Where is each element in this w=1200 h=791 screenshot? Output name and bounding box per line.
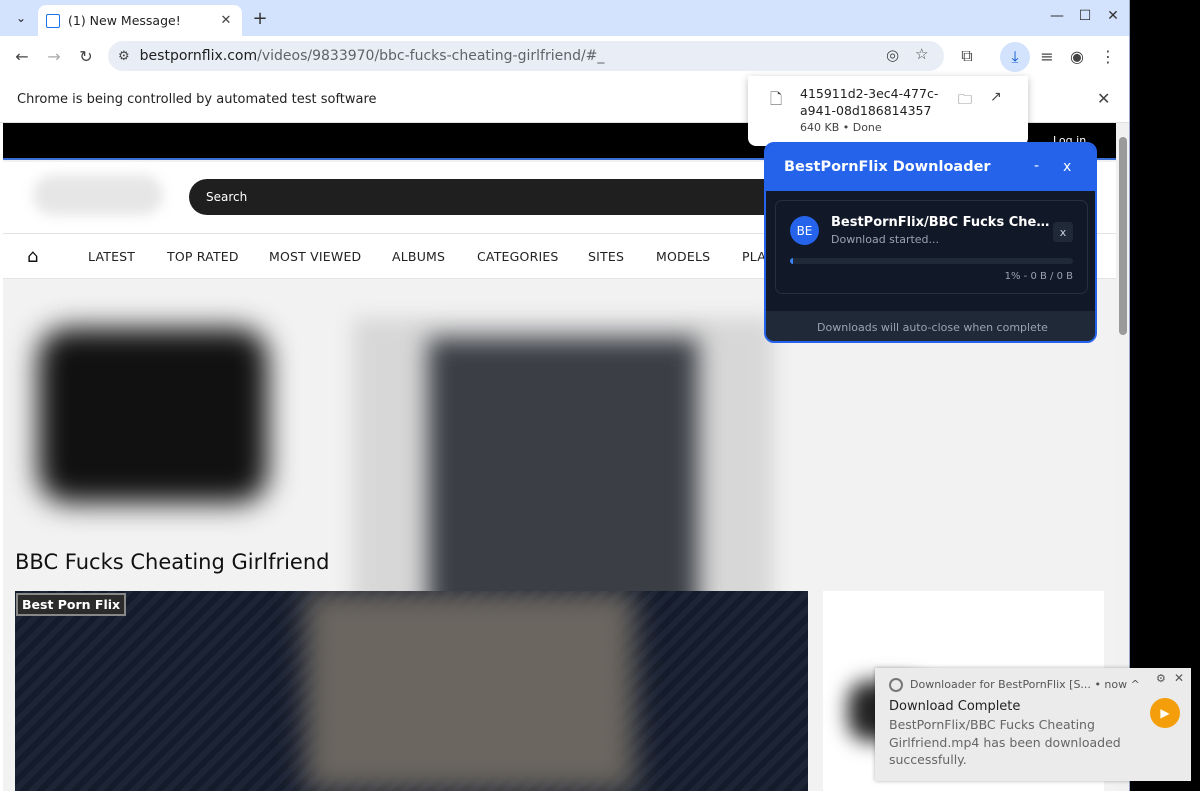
infobar-close-icon[interactable]: ✕	[1097, 89, 1110, 108]
toolbar: ← → ↻ ⚙ bestpornflix.com/videos/9833970/…	[0, 36, 1129, 76]
open-external-icon[interactable]: ↗	[990, 89, 1002, 105]
download-filename[interactable]: 415911d2-3ec4-477c-a941-08d186814357	[800, 85, 950, 119]
nav-sites[interactable]: SITES	[588, 249, 624, 264]
new-tab-plus-icon[interactable]: +	[250, 8, 270, 29]
nav-top-rated[interactable]: TOP RATED	[167, 249, 239, 264]
scrollbar-thumb[interactable]	[1119, 137, 1127, 335]
panel-title: BestPornFlix Downloader	[784, 159, 991, 175]
ad-banner-blurred[interactable]	[38, 328, 268, 503]
notification-body: BestPornFlix/BBC Fucks Cheating Girlfrie…	[889, 717, 1121, 767]
back-arrow-icon[interactable]: ←	[10, 44, 34, 68]
address-bar[interactable]: ⚙ bestpornflix.com/videos/9833970/bbc-fu…	[108, 41, 944, 71]
nav-playlists[interactable]: PLA	[742, 249, 766, 264]
forward-arrow-icon[interactable]: →	[42, 44, 66, 68]
tab-favicon-icon	[46, 13, 60, 28]
search-input[interactable]: Search	[189, 179, 789, 215]
notification-time: • now ^	[1094, 678, 1140, 691]
downloads-icon[interactable]: ⤓	[1000, 42, 1030, 72]
nav-models[interactable]: MODELS	[656, 249, 710, 264]
notification-source-text: Downloader for BestPornFlix [S...	[910, 678, 1091, 691]
tab-title: (1) New Message!	[68, 13, 181, 28]
notification-play-icon[interactable]: ▶	[1150, 698, 1180, 728]
media-controls-icon[interactable]: ≡	[1035, 44, 1059, 68]
download-item-status: Download started...	[831, 233, 940, 246]
nav-categories[interactable]: CATEGORIES	[477, 249, 559, 264]
download-cancel-button[interactable]: x	[1053, 222, 1073, 242]
close-window-icon[interactable]: ✕	[1103, 8, 1123, 24]
video-frame-blurred	[305, 591, 635, 791]
download-bubble: 🗋 415911d2-3ec4-477c-a941-08d186814357 6…	[748, 76, 1028, 146]
downloader-panel: BestPornFlix Downloader - x BE BestPornF…	[764, 142, 1097, 343]
tab-search-chevron-icon[interactable]: ⌄	[8, 6, 34, 30]
open-folder-icon[interactable]: 🗀	[958, 89, 972, 113]
nav-most-viewed[interactable]: MOST VIEWED	[269, 249, 361, 264]
notification-close-icon[interactable]: ✕	[1174, 671, 1184, 685]
panel-close-button[interactable]: x	[1063, 159, 1071, 175]
eye-slash-icon[interactable]: ◎	[886, 46, 899, 64]
panel-header: BestPornFlix Downloader - x	[766, 144, 1095, 191]
menu-kebab-icon[interactable]: ⋮	[1096, 44, 1120, 68]
maximize-window-icon[interactable]: ☐	[1075, 8, 1095, 24]
url-path: /videos/9833970/bbc-fucks-cheating-girlf…	[257, 48, 605, 64]
download-progress-fill	[790, 258, 793, 264]
tab-strip: ⌄ (1) New Message! ✕ + — ☐ ✕	[0, 0, 1129, 36]
nav-albums[interactable]: ALBUMS	[392, 249, 445, 264]
minimize-window-icon[interactable]: —	[1047, 8, 1067, 24]
reload-icon[interactable]: ↻	[74, 44, 98, 68]
extensions-puzzle-icon[interactable]: ⧉	[955, 44, 979, 68]
video-player[interactable]: Best Porn Flix	[15, 591, 808, 791]
bookmark-star-icon[interactable]: ☆	[915, 45, 928, 63]
nav-latest[interactable]: LATEST	[88, 249, 135, 264]
home-icon[interactable]: ⌂	[27, 246, 38, 267]
player-badge: Best Porn Flix	[16, 593, 127, 616]
system-notification[interactable]: Downloader for BestPornFlix [S... • now …	[875, 668, 1191, 781]
profile-avatar-icon[interactable]: ◉	[1065, 44, 1089, 68]
url-text: bestpornflix.com/videos/9833970/bbc-fuck…	[140, 48, 605, 64]
notification-settings-icon[interactable]: ⚙	[1156, 672, 1166, 685]
tab-active[interactable]: (1) New Message! ✕	[38, 5, 242, 36]
notification-source: Downloader for BestPornFlix [S... • now …	[910, 678, 1140, 691]
chrome-icon	[889, 678, 903, 692]
tab-close-icon[interactable]: ✕	[218, 13, 234, 28]
infobar-message: Chrome is being controlled by automated …	[17, 92, 377, 107]
site-info-icon[interactable]: ⚙	[118, 49, 130, 64]
download-progress-text: 1% - 0 B / 0 B	[1004, 271, 1073, 282]
panel-minimize-button[interactable]: -	[1034, 158, 1039, 174]
file-icon: 🗋	[770, 90, 783, 108]
download-progress-bar	[790, 258, 1073, 264]
search-placeholder: Search	[206, 190, 248, 204]
download-avatar: BE	[790, 216, 819, 245]
video-title: BBC Fucks Cheating Girlfriend	[15, 550, 330, 574]
panel-footer-text: Downloads will auto-close when complete	[817, 321, 1048, 334]
download-item-title: BestPornFlix/BBC Fucks Cheating Girlfrie…	[831, 215, 1056, 230]
notification-title: Download Complete	[889, 699, 1021, 714]
site-logo[interactable]	[33, 175, 163, 215]
panel-footer: Downloads will auto-close when complete	[766, 311, 1095, 341]
download-meta: 640 KB • Done	[800, 121, 882, 134]
download-item: BE BestPornFlix/BBC Fucks Cheating Girlf…	[775, 200, 1088, 294]
url-host: bestpornflix.com	[139, 48, 258, 64]
